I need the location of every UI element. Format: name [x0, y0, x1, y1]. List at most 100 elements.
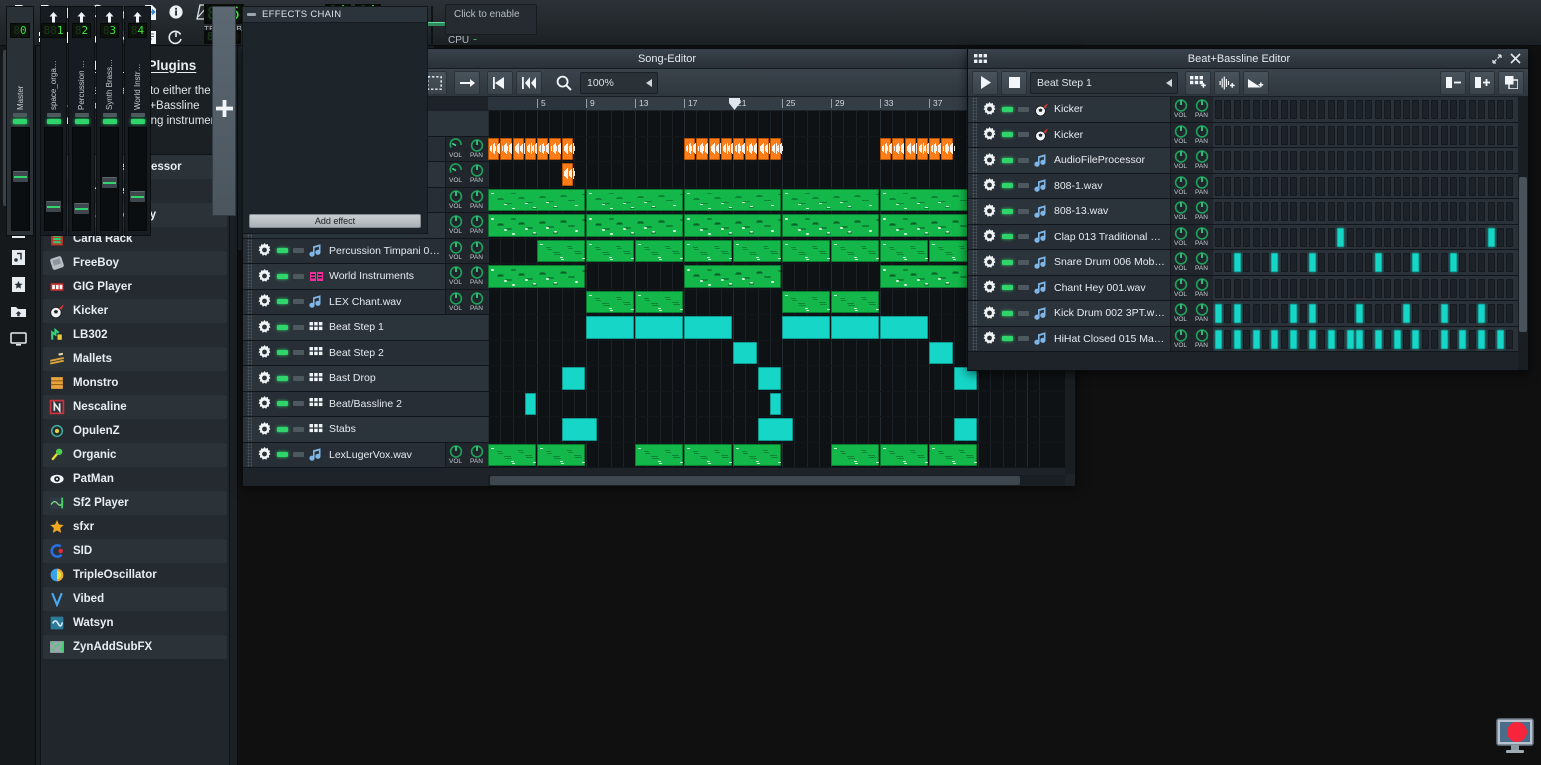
step-cell[interactable]: [1224, 176, 1232, 196]
step-cell[interactable]: [1431, 227, 1439, 247]
step-cell[interactable]: [1252, 202, 1260, 221]
clip[interactable]: [782, 316, 830, 339]
step-cell[interactable]: [1299, 100, 1307, 119]
step-cell[interactable]: [1468, 304, 1476, 323]
clip[interactable]: [880, 316, 928, 339]
step-cell[interactable]: [1497, 304, 1504, 323]
step-cell[interactable]: [1262, 329, 1269, 349]
step-cell[interactable]: [1374, 278, 1382, 298]
mixer-solo-button[interactable]: [74, 119, 89, 124]
clip[interactable]: [488, 214, 587, 237]
plugin-item[interactable]: GIG Player: [43, 275, 227, 299]
clip[interactable]: [880, 214, 979, 237]
step-cell[interactable]: [1290, 278, 1298, 298]
step-cell[interactable]: [1421, 176, 1429, 196]
plugin-list[interactable]: AudioFileProcessorBitInvaderCarla Patchb…: [40, 154, 230, 765]
bb-track-header[interactable]: Kicker VOL PAN: [968, 97, 1213, 122]
step-cell[interactable]: [1290, 253, 1298, 272]
mute-led[interactable]: [277, 248, 288, 254]
step-cell[interactable]: [1497, 125, 1504, 145]
step-cell[interactable]: [1215, 100, 1222, 119]
track-header[interactable]: Stabs: [243, 417, 488, 442]
step-cell[interactable]: [1233, 151, 1241, 170]
step-cell[interactable]: [1459, 329, 1467, 349]
step-cell[interactable]: [1374, 304, 1382, 323]
clip[interactable]: [684, 316, 732, 339]
step-cell[interactable]: [1224, 278, 1232, 298]
step-cell[interactable]: [1450, 151, 1457, 170]
clip[interactable]: [880, 443, 928, 466]
gear-icon[interactable]: [257, 396, 272, 411]
clip[interactable]: [537, 443, 585, 466]
step-cell[interactable]: [1487, 125, 1495, 145]
step-cell[interactable]: [1384, 304, 1392, 323]
clip[interactable]: [684, 239, 732, 262]
volume-knob[interactable]: [449, 265, 463, 279]
step-cell[interactable]: [1346, 329, 1354, 349]
step-cell[interactable]: [1280, 253, 1288, 272]
step-cell[interactable]: [1374, 125, 1382, 145]
step-cell[interactable]: [1337, 278, 1345, 298]
clip[interactable]: [892, 137, 906, 160]
step-cell[interactable]: [1252, 151, 1260, 170]
step-cell[interactable]: [1450, 202, 1457, 221]
step-cell[interactable]: [1243, 100, 1251, 119]
plugin-item[interactable]: PatMan: [43, 467, 227, 491]
step-cell[interactable]: [1487, 202, 1495, 221]
track-lane[interactable]: [488, 442, 1075, 467]
mixer-solo-button[interactable]: [13, 119, 27, 124]
clip[interactable]: [880, 265, 979, 288]
volume-knob[interactable]: [1174, 251, 1188, 265]
step-cell[interactable]: [1224, 100, 1232, 119]
step-cell[interactable]: [1252, 329, 1260, 349]
step-cell[interactable]: [1431, 253, 1439, 272]
step-cell[interactable]: [1412, 227, 1420, 247]
clip[interactable]: [831, 316, 879, 339]
mixer-fader-handle[interactable]: [130, 191, 145, 203]
clip[interactable]: [586, 290, 634, 313]
step-cell[interactable]: [1327, 176, 1335, 196]
step-cell[interactable]: [1478, 227, 1486, 247]
step-cell[interactable]: [1497, 176, 1504, 196]
step-cell[interactable]: [1478, 304, 1486, 323]
step-cell[interactable]: [1299, 329, 1307, 349]
track-header[interactable]: Beat Step 2: [243, 340, 488, 365]
pan-knob[interactable]: [1195, 302, 1209, 316]
root-directory-icon[interactable]: [6, 327, 30, 351]
solo-led[interactable]: [1018, 310, 1029, 316]
step-cell[interactable]: [1421, 253, 1429, 272]
bb-track-drag-handle[interactable]: [972, 97, 977, 122]
plugin-item[interactable]: Organic: [43, 443, 227, 467]
plugin-item[interactable]: ZynAddSubFX: [43, 635, 227, 659]
track-header[interactable]: LexLugerVox.wav VOL PAN: [243, 442, 488, 467]
step-cell[interactable]: [1271, 304, 1279, 323]
plugin-item[interactable]: Vibed: [43, 587, 227, 611]
mixer-channel-strip[interactable]: 83 Synth Brass…: [96, 6, 123, 236]
step-cell[interactable]: [1403, 151, 1410, 170]
step-cell[interactable]: [1271, 329, 1279, 349]
step-cell[interactable]: [1309, 329, 1316, 349]
step-cell[interactable]: [1280, 125, 1288, 145]
step-cell[interactable]: [1412, 125, 1420, 145]
clip[interactable]: [488, 443, 536, 466]
play-behaviour-back-button[interactable]: [516, 70, 542, 95]
mute-led[interactable]: [1002, 234, 1013, 240]
step-cell[interactable]: [1384, 125, 1392, 145]
mute-led[interactable]: [1002, 183, 1013, 189]
clip[interactable]: [684, 214, 783, 237]
step-cell[interactable]: [1365, 304, 1373, 323]
clip[interactable]: [929, 341, 953, 364]
step-cell[interactable]: [1374, 151, 1382, 170]
step-cell[interactable]: [1487, 304, 1495, 323]
step-cell[interactable]: [1365, 202, 1373, 221]
step-cell[interactable]: [1393, 227, 1401, 247]
mixer-channel-strip[interactable]: 82 Percussion …: [68, 6, 95, 236]
step-grid[interactable]: [1213, 224, 1528, 249]
step-cell[interactable]: [1318, 253, 1326, 272]
bb-track-drag-handle[interactable]: [972, 148, 977, 173]
step-cell[interactable]: [1318, 278, 1326, 298]
step-cell[interactable]: [1252, 227, 1260, 247]
step-cell[interactable]: [1365, 100, 1373, 119]
mute-led[interactable]: [1002, 157, 1013, 163]
pan-knob[interactable]: [470, 444, 484, 458]
